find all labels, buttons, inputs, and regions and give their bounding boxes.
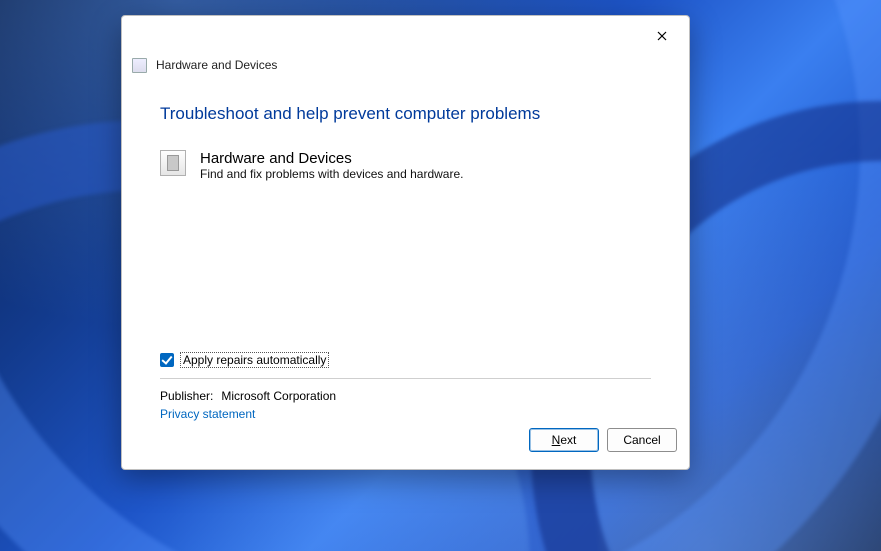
hardware-icon [160,150,186,176]
troubleshooter-item: Hardware and Devices Find and fix proble… [160,150,651,181]
privacy-statement-link[interactable]: Privacy statement [160,407,651,421]
apply-repairs-checkbox[interactable] [160,353,174,367]
cancel-button[interactable]: Cancel [607,428,677,452]
troubleshooter-dialog: Hardware and Devices Troubleshoot and he… [121,15,690,470]
item-title: Hardware and Devices [200,150,463,167]
publisher-label: Publisher: [160,389,218,403]
window-title-row: Hardware and Devices [122,54,689,76]
titlebar [122,16,689,54]
window-title: Hardware and Devices [156,58,277,72]
dialog-content: Troubleshoot and help prevent computer p… [122,76,689,421]
next-button[interactable]: Next [529,428,599,452]
troubleshooter-icon [132,58,147,73]
close-button[interactable] [641,22,683,50]
divider [160,378,651,379]
publisher-row: Publisher: Microsoft Corporation [160,389,651,403]
page-heading: Troubleshoot and help prevent computer p… [160,104,651,124]
next-label-suffix: ext [560,433,576,447]
cancel-label: Cancel [623,433,660,447]
publisher-value: Microsoft Corporation [221,389,336,403]
item-description: Find and fix problems with devices and h… [200,167,463,181]
apply-repairs-label[interactable]: Apply repairs automatically [180,352,329,368]
button-bar: Next Cancel [122,421,689,469]
desktop-background: Hardware and Devices Troubleshoot and he… [0,0,881,551]
apply-repairs-row: Apply repairs automatically [160,352,651,368]
close-icon [657,31,667,41]
